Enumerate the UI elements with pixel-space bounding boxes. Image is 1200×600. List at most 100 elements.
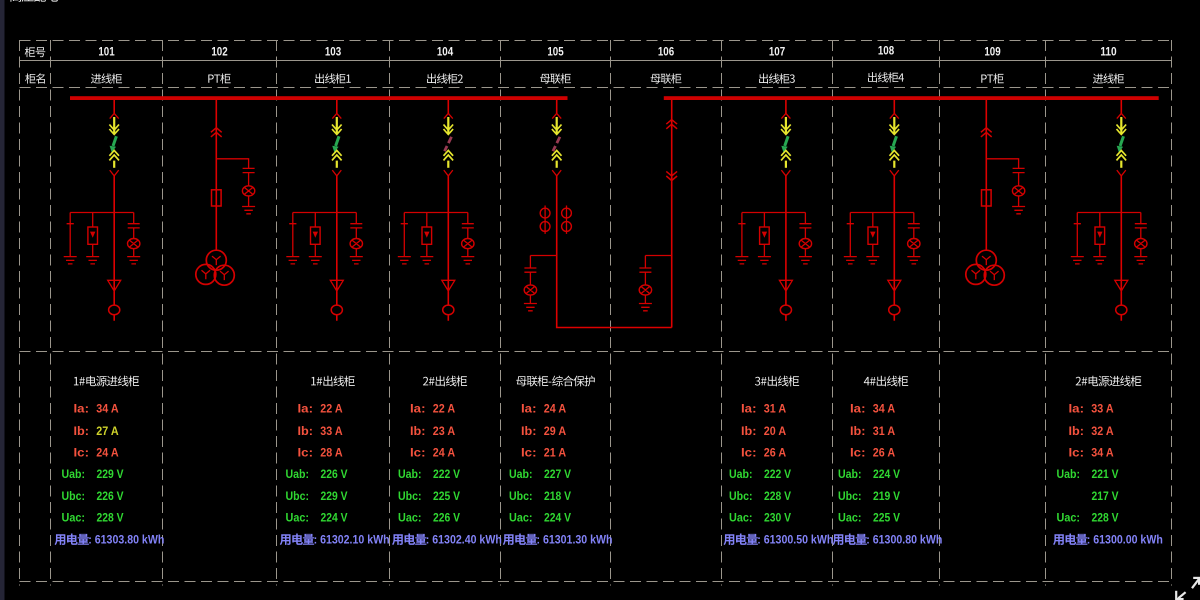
- svg-text:Ic:: Ic:: [410, 445, 426, 459]
- svg-text:Ib:: Ib:: [1069, 424, 1085, 438]
- svg-text:226 V: 226 V: [321, 467, 348, 481]
- svg-text:224 V: 224 V: [544, 510, 571, 524]
- svg-text:105: 105: [547, 47, 564, 59]
- svg-text:: 61302.10 kWh: : 61302.10 kWh: [314, 533, 390, 547]
- svg-text:230 V: 230 V: [764, 510, 791, 524]
- svg-text:33 A: 33 A: [320, 424, 343, 438]
- svg-text:: 61301.30 kWh: : 61301.30 kWh: [537, 533, 613, 547]
- svg-text:222 V: 222 V: [433, 467, 460, 481]
- svg-text:Ubc:: Ubc:: [729, 489, 753, 503]
- svg-text:20 A: 20 A: [764, 424, 787, 438]
- svg-text:228 V: 228 V: [97, 510, 124, 524]
- svg-text:Ic:: Ic:: [1069, 445, 1085, 459]
- svg-text:217 V: 217 V: [1092, 489, 1119, 503]
- svg-text:23 A: 23 A: [433, 424, 456, 438]
- svg-text:227 V: 227 V: [544, 467, 571, 481]
- svg-text:104: 104: [437, 47, 454, 59]
- svg-text:31 A: 31 A: [873, 424, 896, 438]
- svg-text:26 A: 26 A: [764, 445, 787, 459]
- svg-text:Uac:: Uac:: [1057, 510, 1081, 524]
- svg-text:: 61302.40 kWh: : 61302.40 kWh: [426, 533, 502, 547]
- svg-text:Ic:: Ic:: [741, 445, 757, 459]
- svg-text:Uac:: Uac:: [509, 510, 533, 524]
- svg-text:22 A: 22 A: [433, 401, 456, 415]
- svg-text:Ia:: Ia:: [1069, 401, 1085, 415]
- svg-text:229 V: 229 V: [321, 489, 348, 503]
- svg-text:Ib:: Ib:: [521, 424, 537, 438]
- svg-text:218 V: 218 V: [544, 489, 571, 503]
- svg-text:Ia:: Ia:: [850, 401, 866, 415]
- svg-text:228 V: 228 V: [1092, 510, 1119, 524]
- svg-text:Ic:: Ic:: [521, 445, 537, 459]
- svg-text:222 V: 222 V: [764, 467, 791, 481]
- svg-text:Uab:: Uab:: [838, 467, 862, 481]
- svg-text:: 61300.50 kWh: : 61300.50 kWh: [757, 533, 833, 547]
- svg-text:226 V: 226 V: [97, 489, 124, 503]
- svg-text:224 V: 224 V: [873, 467, 900, 481]
- svg-text:22 A: 22 A: [320, 401, 343, 415]
- svg-text:26 A: 26 A: [873, 445, 896, 459]
- svg-text:Uac:: Uac:: [838, 510, 862, 524]
- svg-text:Ib:: Ib:: [298, 424, 314, 438]
- svg-text:107: 107: [769, 47, 785, 59]
- svg-text:Uab:: Uab:: [62, 467, 86, 481]
- svg-text:224 V: 224 V: [321, 510, 348, 524]
- svg-text:Ia:: Ia:: [74, 401, 90, 415]
- svg-text:21 A: 21 A: [544, 445, 567, 459]
- svg-text:Uab:: Uab:: [286, 467, 310, 481]
- svg-text:34 A: 34 A: [1091, 445, 1114, 459]
- svg-text:Uac:: Uac:: [398, 510, 422, 524]
- svg-text:Ib:: Ib:: [410, 424, 426, 438]
- svg-text:29 A: 29 A: [544, 424, 567, 438]
- svg-text:101: 101: [98, 47, 115, 59]
- svg-text:Ia:: Ia:: [410, 401, 426, 415]
- svg-text:: 61303.80 kWh: : 61303.80 kWh: [88, 533, 164, 547]
- svg-text:Uab:: Uab:: [1057, 467, 1081, 481]
- svg-text:Ib:: Ib:: [741, 424, 757, 438]
- svg-text:102: 102: [211, 47, 227, 59]
- svg-text:: 61300.00 kWh: : 61300.00 kWh: [1087, 533, 1163, 547]
- svg-text:Ubc:: Ubc:: [286, 489, 310, 503]
- svg-text:Uac:: Uac:: [286, 510, 310, 524]
- svg-text:34 A: 34 A: [873, 401, 896, 415]
- svg-text:24 A: 24 A: [433, 445, 456, 459]
- svg-text:Uac:: Uac:: [62, 510, 86, 524]
- svg-text:Ubc:: Ubc:: [509, 489, 533, 503]
- svg-text:225 V: 225 V: [873, 510, 900, 524]
- svg-text:33 A: 33 A: [1091, 401, 1114, 415]
- svg-text:24 A: 24 A: [544, 401, 567, 415]
- svg-text:106: 106: [658, 47, 674, 59]
- svg-text:Ib:: Ib:: [850, 424, 866, 438]
- svg-text:109: 109: [984, 47, 1000, 59]
- svg-text:Ubc:: Ubc:: [398, 489, 422, 503]
- svg-text:226 V: 226 V: [433, 510, 460, 524]
- svg-text:32 A: 32 A: [1091, 424, 1114, 438]
- svg-text:Uab:: Uab:: [509, 467, 533, 481]
- svg-text:Ic:: Ic:: [850, 445, 866, 459]
- svg-text:34 A: 34 A: [96, 401, 119, 415]
- svg-text:24 A: 24 A: [96, 445, 119, 459]
- svg-text:Uab:: Uab:: [729, 467, 753, 481]
- svg-text:228 V: 228 V: [764, 489, 791, 503]
- svg-text:Ubc:: Ubc:: [62, 489, 86, 503]
- svg-text:31 A: 31 A: [764, 401, 787, 415]
- svg-text:110: 110: [1100, 47, 1116, 59]
- svg-text:221 V: 221 V: [1092, 467, 1119, 481]
- svg-text:Ib:: Ib:: [74, 424, 90, 438]
- svg-text:Ubc:: Ubc:: [838, 489, 862, 503]
- svg-text:27 A: 27 A: [96, 424, 119, 438]
- svg-text:Ia:: Ia:: [298, 401, 314, 415]
- svg-text:Uab:: Uab:: [398, 467, 422, 481]
- svg-text:28 A: 28 A: [320, 445, 343, 459]
- svg-text:229 V: 229 V: [97, 467, 124, 481]
- svg-text:Ia:: Ia:: [521, 401, 537, 415]
- svg-text:219 V: 219 V: [873, 489, 900, 503]
- svg-text:225 V: 225 V: [433, 489, 460, 503]
- svg-text:: 61300.80 kWh: : 61300.80 kWh: [866, 533, 942, 547]
- svg-text:108: 108: [878, 46, 895, 58]
- svg-text:Ia:: Ia:: [741, 401, 757, 415]
- svg-text:Ic:: Ic:: [298, 445, 314, 459]
- svg-text:Uac:: Uac:: [729, 510, 753, 524]
- svg-text:Ic:: Ic:: [74, 445, 90, 459]
- svg-text:103: 103: [325, 47, 341, 59]
